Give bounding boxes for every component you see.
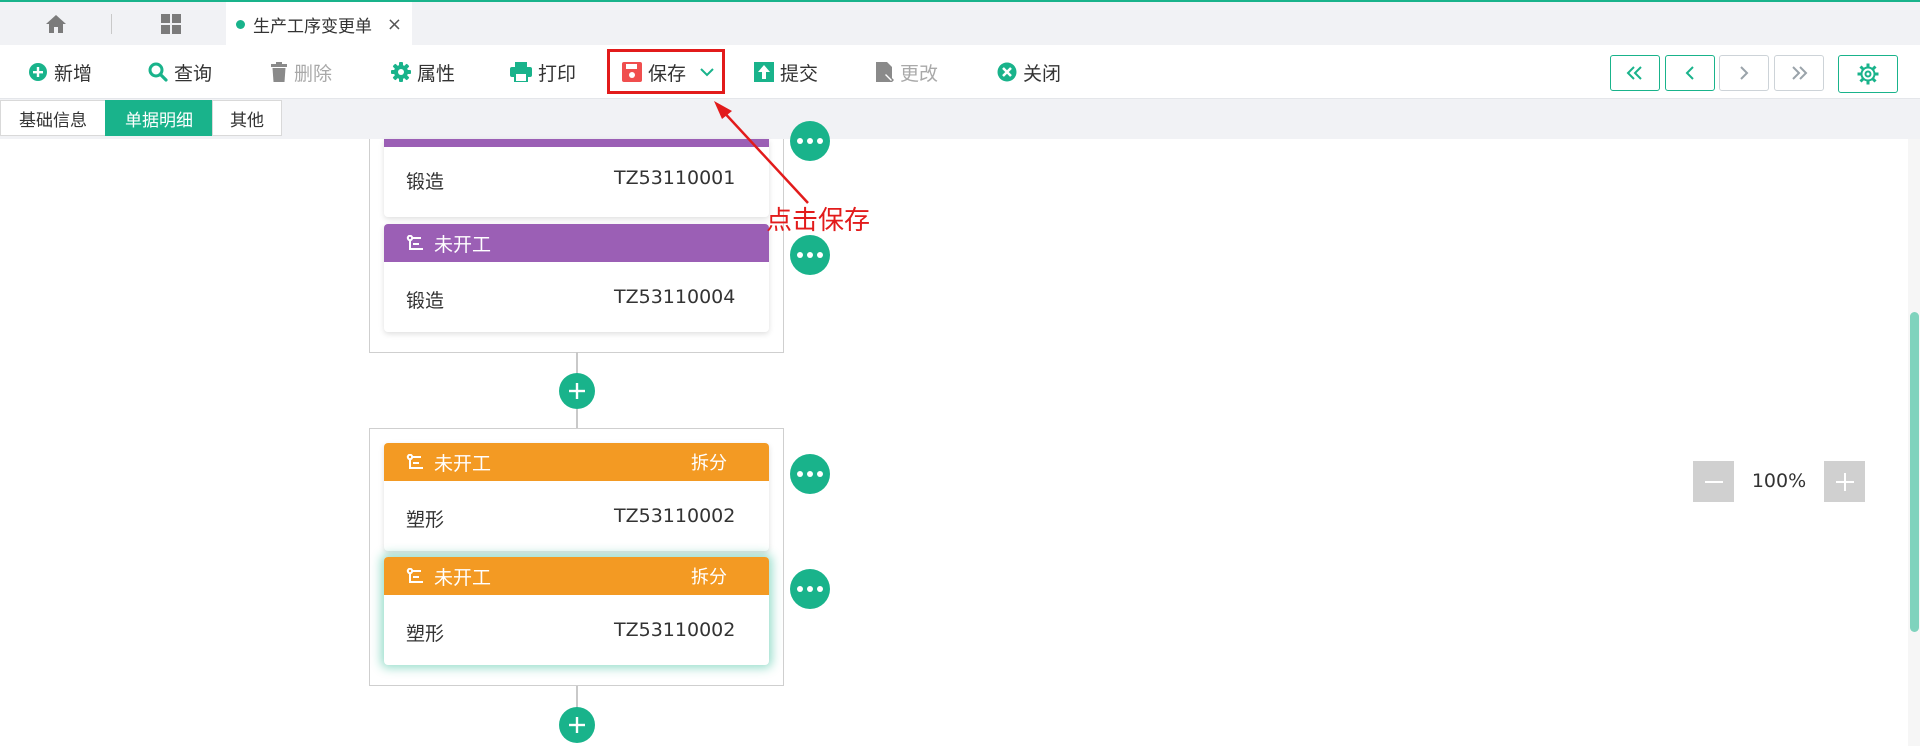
plus-circle-icon: [29, 63, 47, 81]
query-label: 查询: [174, 62, 213, 85]
card-status: 未开工: [434, 566, 492, 589]
upload-icon: [754, 62, 774, 82]
active-dot-icon: [236, 20, 245, 29]
home-button[interactable]: [30, 2, 82, 45]
minus-icon: [1704, 480, 1723, 483]
zoom-in-button[interactable]: [1824, 461, 1865, 502]
new-button[interactable]: 新增: [28, 55, 92, 89]
split-button[interactable]: 拆分: [691, 563, 727, 589]
more-options-button[interactable]: [790, 569, 830, 609]
zoom-level: 100%: [1751, 470, 1807, 492]
card-status: 未开工: [434, 452, 492, 475]
grid-icon: [161, 13, 181, 34]
process-card-selected[interactable]: 未开工 拆分 塑形 TZ53110002: [384, 557, 769, 665]
next-record-button[interactable]: [1719, 55, 1769, 91]
plus-icon: [569, 717, 585, 733]
process-flow-icon: [406, 235, 423, 250]
card-status: 未开工: [434, 233, 492, 256]
tab-bar: 生产工序变更单 ×: [0, 0, 1920, 47]
trash-icon: [271, 62, 287, 82]
close-button[interactable]: 关闭: [997, 55, 1061, 89]
process-code: TZ53110002: [614, 505, 736, 527]
tab-separator: [111, 14, 112, 34]
process-code: TZ53110002: [614, 619, 736, 641]
process-name: 锻造: [406, 290, 445, 312]
new-label: 新增: [54, 62, 93, 85]
submit-label: 提交: [780, 62, 819, 85]
submit-button[interactable]: 提交: [754, 55, 818, 89]
tab-title: 生产工序变更单: [253, 17, 372, 37]
process-name: 塑形: [406, 623, 445, 645]
double-chevron-left-icon: [1626, 66, 1642, 80]
delete-button[interactable]: 删除: [270, 55, 332, 89]
home-icon: [46, 14, 66, 33]
query-button[interactable]: 查询: [148, 55, 212, 89]
annotation-arrow: [714, 101, 809, 204]
card-header: 未开工 拆分: [384, 443, 769, 481]
process-flow-icon: [406, 568, 423, 583]
process-card[interactable]: 未开工 拆分 塑形 TZ53110002: [384, 443, 769, 551]
split-button[interactable]: 拆分: [691, 449, 727, 475]
card-header: 未开工 拆分: [384, 557, 769, 595]
chevron-left-icon: [1685, 66, 1694, 80]
save-highlight-box: [607, 49, 725, 94]
more-options-button[interactable]: [790, 454, 830, 494]
modify-button[interactable]: 更改: [876, 55, 938, 89]
print-label: 打印: [538, 62, 577, 85]
zoom-out-button[interactable]: [1693, 461, 1734, 502]
close-circle-icon: [997, 62, 1017, 82]
delete-label: 删除: [294, 62, 333, 85]
tab-production-process-change[interactable]: 生产工序变更单 ×: [226, 2, 412, 47]
edit-document-icon: [876, 62, 894, 82]
apps-button[interactable]: [145, 2, 197, 45]
prev-record-button[interactable]: [1665, 55, 1715, 91]
tab-other[interactable]: 其他: [212, 100, 282, 136]
double-chevron-right-icon: [1792, 66, 1808, 80]
sub-tab-bar: 基础信息 单据明细 其他: [0, 99, 1920, 139]
card-body: 塑形 TZ53110002: [384, 595, 769, 665]
modify-label: 更改: [900, 62, 939, 85]
gear-icon: [391, 62, 411, 82]
card-header: 未开工: [384, 224, 769, 262]
add-step-button[interactable]: [559, 373, 595, 409]
tab-basic-info[interactable]: 基础信息: [0, 100, 106, 136]
process-name: 锻造: [406, 171, 445, 193]
settings-button[interactable]: [1838, 55, 1898, 93]
chevron-right-icon: [1740, 66, 1749, 80]
plus-icon: [569, 383, 585, 399]
last-record-button[interactable]: [1774, 55, 1824, 91]
gear-icon: [1857, 63, 1879, 85]
properties-button[interactable]: 属性: [391, 55, 455, 89]
plus-icon: [1835, 472, 1854, 491]
process-card[interactable]: 未开工 锻造 TZ53110004: [384, 224, 769, 332]
process-name: 塑形: [406, 509, 445, 531]
search-icon: [148, 62, 168, 82]
flow-connector: [576, 409, 578, 429]
card-body: 锻造 TZ53110004: [384, 262, 769, 332]
first-record-button[interactable]: [1610, 55, 1660, 91]
add-step-button[interactable]: [559, 707, 595, 743]
close-tab-icon[interactable]: ×: [387, 14, 402, 35]
card-body: 塑形 TZ53110002: [384, 481, 769, 551]
tab-document-details[interactable]: 单据明细: [105, 100, 213, 136]
more-options-button[interactable]: [790, 235, 830, 275]
process-flow-icon: [406, 454, 423, 469]
printer-icon: [510, 62, 532, 82]
properties-label: 属性: [417, 62, 456, 85]
close-label: 关闭: [1023, 62, 1062, 85]
scrollbar-thumb[interactable]: [1910, 312, 1919, 632]
print-button[interactable]: 打印: [510, 55, 576, 89]
annotation-text: 点击保存: [766, 206, 871, 236]
process-code: TZ53110004: [614, 286, 736, 308]
